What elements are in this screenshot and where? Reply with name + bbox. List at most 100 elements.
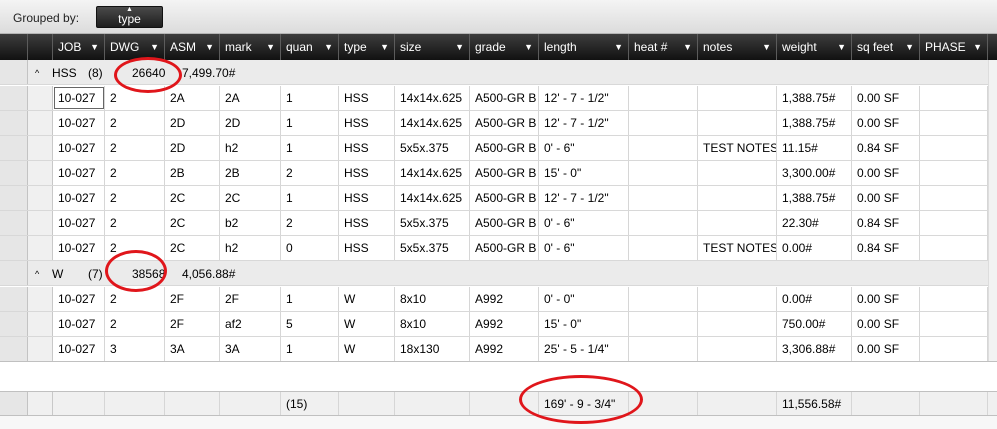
- col-header-job[interactable]: JOB ▼: [53, 34, 105, 60]
- table-row[interactable]: 10-027 2 2D 2D 1 HSS 14x14x.625 A500-GR B 12' - …: [0, 111, 997, 136]
- cell-heat[interactable]: [629, 111, 698, 135]
- cell-type[interactable]: HSS: [339, 236, 395, 260]
- cell-notes[interactable]: TEST NOTES: [698, 136, 777, 160]
- cell-mark[interactable]: 2B: [220, 161, 281, 185]
- cell-weight[interactable]: 22.30#: [777, 211, 852, 235]
- cell-heat[interactable]: [629, 236, 698, 260]
- cell-notes[interactable]: [698, 86, 777, 110]
- filter-icon[interactable]: ▼: [455, 34, 464, 60]
- cell-size[interactable]: 8x10: [395, 287, 470, 311]
- cell-heat[interactable]: [629, 161, 698, 185]
- cell-quan[interactable]: 1: [281, 136, 339, 160]
- cell-grade[interactable]: A992: [470, 287, 539, 311]
- cell-sqfeet[interactable]: 0.84 SF: [852, 236, 920, 260]
- col-header-heat[interactable]: heat # ▼: [629, 34, 698, 60]
- cell-type[interactable]: HSS: [339, 136, 395, 160]
- cell-dwg[interactable]: 2: [105, 111, 165, 135]
- cell-dwg[interactable]: 2: [105, 236, 165, 260]
- cell-length[interactable]: 0' - 6": [539, 211, 629, 235]
- cell-sqfeet[interactable]: 0.00 SF: [852, 86, 920, 110]
- cell-length[interactable]: 0' - 0": [539, 287, 629, 311]
- cell-type[interactable]: HSS: [339, 86, 395, 110]
- col-header-asm[interactable]: ASM ▼: [165, 34, 220, 60]
- cell-heat[interactable]: [629, 312, 698, 336]
- cell-weight[interactable]: 11.15#: [777, 136, 852, 160]
- cell-asm[interactable]: 2F: [165, 287, 220, 311]
- cell-asm[interactable]: 2B: [165, 161, 220, 185]
- cell-sqfeet[interactable]: 0.84 SF: [852, 136, 920, 160]
- cell-type[interactable]: W: [339, 312, 395, 336]
- cell-sqfeet[interactable]: 0.00 SF: [852, 312, 920, 336]
- cell-heat[interactable]: [629, 211, 698, 235]
- cell-notes[interactable]: [698, 161, 777, 185]
- filter-icon[interactable]: ▼: [266, 34, 275, 60]
- cell-asm[interactable]: 2C: [165, 186, 220, 210]
- col-header-quan[interactable]: quan ▼: [281, 34, 339, 60]
- filter-icon[interactable]: ▼: [380, 34, 389, 60]
- cell-type[interactable]: HSS: [339, 186, 395, 210]
- col-header-phase[interactable]: PHASE ▼: [920, 34, 988, 60]
- cell-grade[interactable]: A500-GR B: [470, 161, 539, 185]
- cell-dwg[interactable]: 3: [105, 337, 165, 361]
- cell-sqfeet[interactable]: 0.00 SF: [852, 186, 920, 210]
- cell-phase[interactable]: [920, 287, 988, 311]
- cell-asm[interactable]: 3A: [165, 337, 220, 361]
- cell-phase[interactable]: [920, 312, 988, 336]
- cell-mark[interactable]: 2F: [220, 287, 281, 311]
- cell-asm[interactable]: 2D: [165, 111, 220, 135]
- cell-phase[interactable]: [920, 111, 988, 135]
- cell-heat[interactable]: [629, 136, 698, 160]
- cell-phase[interactable]: [920, 161, 988, 185]
- cell-size[interactable]: 5x5x.375: [395, 236, 470, 260]
- col-header-size[interactable]: size ▼: [395, 34, 470, 60]
- table-row[interactable]: 10-027 2 2F 2F 1 W 8x10 A992 0' - 0" 0.00# 0.00 SF: [0, 287, 997, 312]
- cell-quan[interactable]: 1: [281, 287, 339, 311]
- col-header-length[interactable]: length ▼: [539, 34, 629, 60]
- vertical-scrollbar[interactable]: [988, 60, 997, 361]
- table-row[interactable]: 10-027 2 2C b2 2 HSS 5x5x.375 A500-GR B 0' - 6" 2…: [0, 211, 997, 236]
- cell-mark[interactable]: h2: [220, 236, 281, 260]
- cell-length[interactable]: 12' - 7 - 1/2": [539, 86, 629, 110]
- col-header-weight[interactable]: weight ▼: [777, 34, 852, 60]
- cell-weight[interactable]: 3,306.88#: [777, 337, 852, 361]
- cell-grade[interactable]: A500-GR B: [470, 86, 539, 110]
- cell-notes[interactable]: [698, 211, 777, 235]
- cell-quan[interactable]: 1: [281, 337, 339, 361]
- filter-icon[interactable]: ▼: [762, 34, 771, 60]
- cell-job[interactable]: 10-027: [53, 337, 105, 361]
- cell-heat[interactable]: [629, 287, 698, 311]
- col-header-notes[interactable]: notes ▼: [698, 34, 777, 60]
- cell-length[interactable]: 15' - 0": [539, 312, 629, 336]
- cell-heat[interactable]: [629, 86, 698, 110]
- cell-weight[interactable]: 1,388.75#: [777, 186, 852, 210]
- table-row[interactable]: 10-027 2 2F af2 5 W 8x10 A992 15' - 0" 750.00# 0.0…: [0, 312, 997, 337]
- col-header-dwg[interactable]: DWG ▼: [105, 34, 165, 60]
- cell-job[interactable]: 10-027: [53, 111, 105, 135]
- cell-weight[interactable]: 750.00#: [777, 312, 852, 336]
- cell-size[interactable]: 8x10: [395, 312, 470, 336]
- cell-asm[interactable]: 2F: [165, 312, 220, 336]
- cell-length[interactable]: 25' - 5 - 1/4": [539, 337, 629, 361]
- cell-job[interactable]: 10-027: [53, 86, 105, 110]
- table-row[interactable]: 10-027 2 2B 2B 2 HSS 14x14x.625 A500-GR B 15' - …: [0, 161, 997, 186]
- cell-sqfeet[interactable]: 0.00 SF: [852, 337, 920, 361]
- cell-type[interactable]: HSS: [339, 111, 395, 135]
- cell-length[interactable]: 12' - 7 - 1/2": [539, 186, 629, 210]
- cell-phase[interactable]: [920, 136, 988, 160]
- cell-size[interactable]: 5x5x.375: [395, 136, 470, 160]
- cell-length[interactable]: 15' - 0": [539, 161, 629, 185]
- cell-notes[interactable]: [698, 287, 777, 311]
- filter-icon[interactable]: ▼: [905, 34, 914, 60]
- cell-heat[interactable]: [629, 337, 698, 361]
- cell-size[interactable]: 14x14x.625: [395, 186, 470, 210]
- cell-length[interactable]: 0' - 6": [539, 236, 629, 260]
- cell-job[interactable]: 10-027: [53, 211, 105, 235]
- cell-quan[interactable]: 5: [281, 312, 339, 336]
- cell-grade[interactable]: A500-GR B: [470, 111, 539, 135]
- cell-size[interactable]: 14x14x.625: [395, 111, 470, 135]
- cell-asm[interactable]: 2C: [165, 236, 220, 260]
- filter-icon[interactable]: ▼: [973, 34, 982, 60]
- cell-dwg[interactable]: 2: [105, 287, 165, 311]
- cell-notes[interactable]: TEST NOTES: [698, 236, 777, 260]
- filter-icon[interactable]: ▼: [150, 34, 159, 60]
